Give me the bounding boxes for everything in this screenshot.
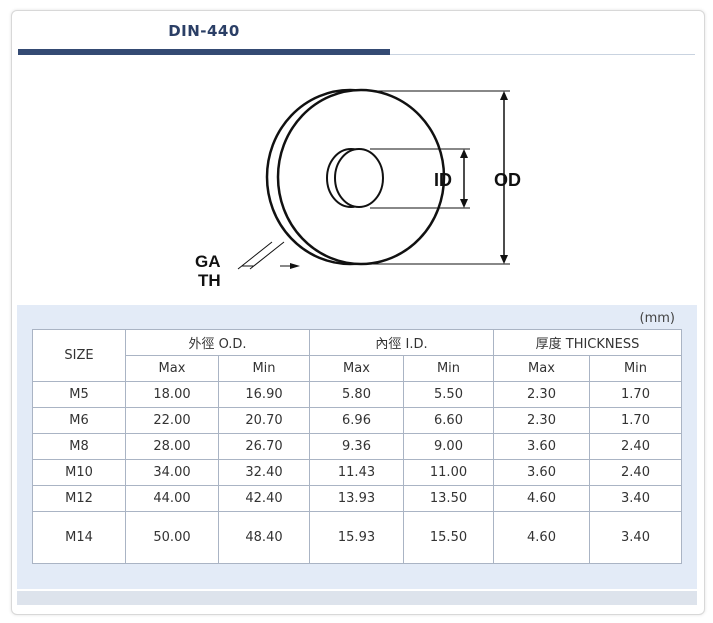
table-cell: 11.43	[309, 459, 404, 486]
table-cell: 2.30	[493, 381, 590, 408]
size-cell: M12	[32, 485, 126, 512]
table-cell: 48.40	[218, 511, 310, 564]
table-cell: 13.93	[309, 485, 404, 512]
table-row: M5 18.00 16.90 5.80 5.50 2.30 1.70	[32, 381, 682, 408]
size-cell: M10	[32, 459, 126, 486]
table-cell: 20.70	[218, 407, 310, 434]
group-header-thickness: 厚度 THICKNESS	[493, 329, 682, 356]
table-cell: 32.40	[218, 459, 310, 486]
table-cell: 5.80	[309, 381, 404, 408]
table-cell: 13.50	[403, 485, 494, 512]
unit-label: (mm)	[639, 311, 675, 326]
sub-header: Max	[493, 355, 590, 382]
table-cell: 1.70	[589, 407, 682, 434]
table-cell: 6.60	[403, 407, 494, 434]
bottom-strip	[17, 591, 697, 605]
th-label: TH	[198, 271, 221, 290]
washer-diagram: ID OD GA TH	[195, 88, 521, 290]
table-row: M8 28.00 26.70 9.36 9.00 3.60 2.40	[32, 433, 682, 460]
od-label: OD	[494, 170, 521, 190]
size-cell: M6	[32, 407, 126, 434]
table-cell: 3.60	[493, 459, 590, 486]
table-cell: 42.40	[218, 485, 310, 512]
table-cell: 44.00	[125, 485, 219, 512]
table-cell: 18.00	[125, 381, 219, 408]
sub-header: Max	[125, 355, 219, 382]
table-cell: 9.36	[309, 433, 404, 460]
sub-header: Min	[218, 355, 310, 382]
page-title: DIN-440	[168, 22, 240, 40]
table-cell: 3.60	[493, 433, 590, 460]
table-cell: 26.70	[218, 433, 310, 460]
table-cell: 15.93	[309, 511, 404, 564]
group-header-od: 外徑 O.D.	[125, 329, 310, 356]
table-cell: 3.40	[589, 485, 682, 512]
table-cell: 28.00	[125, 433, 219, 460]
sub-header: Min	[403, 355, 494, 382]
spec-table-panel: (mm) SIZE 外徑 O.D. 內徑 I.D. 厚度 THICKNESS M…	[17, 305, 697, 589]
divider	[390, 54, 695, 55]
size-cell: M5	[32, 381, 126, 408]
title-underline	[18, 49, 390, 55]
table-cell: 2.40	[589, 433, 682, 460]
table-cell: 16.90	[218, 381, 310, 408]
table-cell: 15.50	[403, 511, 494, 564]
table-cell: 4.60	[493, 511, 590, 564]
table-cell: 6.96	[309, 407, 404, 434]
size-header: SIZE	[32, 329, 126, 382]
table-cell: 34.00	[125, 459, 219, 486]
group-header-id: 內徑 I.D.	[309, 329, 494, 356]
table-cell: 11.00	[403, 459, 494, 486]
table-cell: 4.60	[493, 485, 590, 512]
table-row: M14 50.00 48.40 15.93 15.50 4.60 3.40	[32, 511, 682, 564]
spec-table: SIZE 外徑 O.D. 內徑 I.D. 厚度 THICKNESS Max Mi…	[32, 329, 682, 564]
sub-header: Min	[589, 355, 682, 382]
size-cell: M14	[32, 511, 126, 564]
ga-label: GA	[195, 252, 221, 271]
table-cell: 2.40	[589, 459, 682, 486]
washer-hole-front	[334, 148, 384, 208]
table-row: M12 44.00 42.40 13.93 13.50 4.60 3.40	[32, 485, 682, 512]
table-cell: 1.70	[589, 381, 682, 408]
table-cell: 3.40	[589, 511, 682, 564]
table-cell: 50.00	[125, 511, 219, 564]
table-row: M10 34.00 32.40 11.43 11.00 3.60 2.40	[32, 459, 682, 486]
size-cell: M8	[32, 433, 126, 460]
table-cell: 22.00	[125, 407, 219, 434]
table-row: M6 22.00 20.70 6.96 6.60 2.30 1.70	[32, 407, 682, 434]
table-cell: 9.00	[403, 433, 494, 460]
table-cell: 2.30	[493, 407, 590, 434]
sub-header: Max	[309, 355, 404, 382]
table-cell: 5.50	[403, 381, 494, 408]
id-label: ID	[434, 170, 452, 190]
